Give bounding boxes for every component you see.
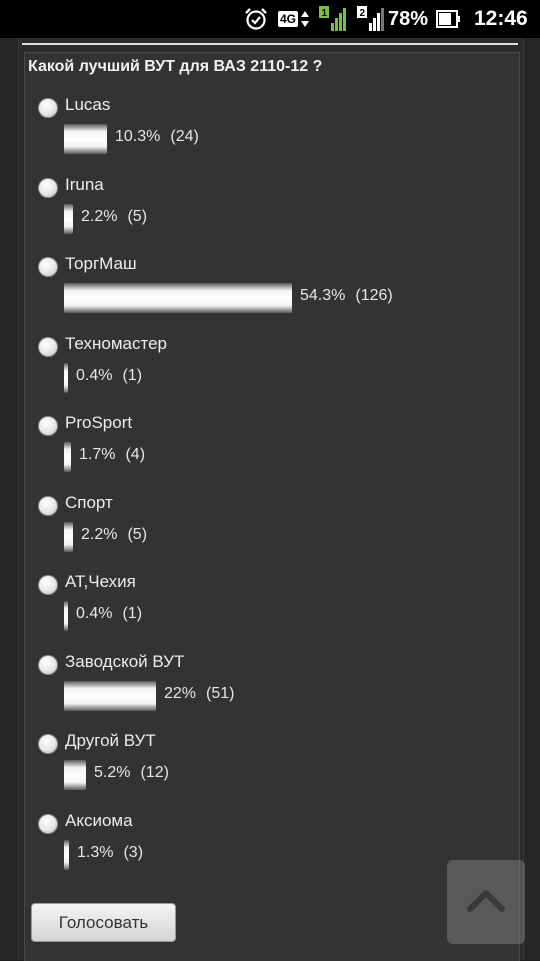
option-label[interactable]: ТоргМаш xyxy=(65,254,137,274)
result-percent: 10.3% xyxy=(115,128,161,145)
radio-button[interactable] xyxy=(38,575,58,595)
result-count: (24) xyxy=(170,128,199,145)
sim2-label: 2 xyxy=(360,8,366,19)
poll-option: Спорт 2.2% (5) xyxy=(0,493,540,568)
radio-button[interactable] xyxy=(38,257,58,277)
result-stats: 2.2% (5) xyxy=(81,526,147,544)
signal-sim1-icon: 1 xyxy=(318,0,346,38)
result-percent: 5.2% xyxy=(94,764,131,781)
radio-button[interactable] xyxy=(38,496,58,516)
result-bar xyxy=(64,601,68,631)
result-count: (5) xyxy=(127,526,148,543)
radio-button[interactable] xyxy=(38,98,58,118)
poll-option: Lucas 10.3% (24) xyxy=(0,95,540,170)
option-label[interactable]: Другой ВУТ xyxy=(65,731,156,751)
radio-button[interactable] xyxy=(38,734,58,754)
poll-option: Iruna 2.2% (5) xyxy=(0,175,540,250)
result-count: (1) xyxy=(122,367,143,384)
clock-time: 12:46 xyxy=(474,7,528,30)
radio-button[interactable] xyxy=(38,416,58,436)
option-label[interactable]: ProSport xyxy=(65,413,132,433)
result-stats: 1.3% (3) xyxy=(77,844,143,862)
result-stats: 0.4% (1) xyxy=(76,367,142,385)
chevron-up-icon xyxy=(466,887,506,918)
result-count: (5) xyxy=(127,208,148,225)
result-stats: 5.2% (12) xyxy=(94,764,169,782)
poll-option: Техномастер 0.4% (1) xyxy=(0,334,540,409)
result-percent: 0.4% xyxy=(76,367,113,384)
network-4g-icon: 4G xyxy=(278,0,311,38)
divider xyxy=(22,43,518,45)
result-bar xyxy=(64,204,73,234)
result-bar xyxy=(64,522,73,552)
result-bar xyxy=(64,681,156,711)
option-label[interactable]: Заводской ВУТ xyxy=(65,652,184,672)
radio-button[interactable] xyxy=(38,178,58,198)
result-stats: 22% (51) xyxy=(164,685,234,703)
poll-option: ТоргМаш 54.3% (126) xyxy=(0,254,540,329)
option-label[interactable]: Техномастер xyxy=(65,334,167,354)
battery-icon xyxy=(436,0,462,38)
result-percent: 22% xyxy=(164,685,197,702)
poll-title: Какой лучший ВУТ для ВАЗ 2110-12 ? xyxy=(28,58,323,75)
result-percent: 1.7% xyxy=(79,446,116,463)
result-stats: 0.4% (1) xyxy=(76,605,142,623)
option-label[interactable]: Спорт xyxy=(65,493,113,513)
result-bar xyxy=(64,283,292,313)
poll-option: Заводской ВУТ 22% (51) xyxy=(0,652,540,727)
result-count: (4) xyxy=(125,446,146,463)
radio-button[interactable] xyxy=(38,655,58,675)
status-bar: 4G 1 2 78% 12:46 xyxy=(0,0,540,38)
result-bar xyxy=(64,442,71,472)
result-count: (51) xyxy=(206,685,235,702)
poll-option: Другой ВУТ 5.2% (12) xyxy=(0,731,540,806)
result-percent: 2.2% xyxy=(81,208,118,225)
result-stats: 1.7% (4) xyxy=(79,446,145,464)
option-label[interactable]: Lucas xyxy=(65,95,110,115)
sim1-label: 1 xyxy=(322,8,328,19)
option-label[interactable]: Аксиома xyxy=(65,811,133,831)
signal-sim2-icon: 2 xyxy=(356,0,384,38)
network-type: 4G xyxy=(278,11,299,27)
result-percent: 54.3% xyxy=(300,287,346,304)
result-count: (1) xyxy=(122,605,143,622)
result-stats: 54.3% (126) xyxy=(300,287,393,305)
result-stats: 2.2% (5) xyxy=(81,208,147,226)
alarm-icon xyxy=(243,0,269,38)
battery-percent: 78% xyxy=(388,7,429,30)
result-bar xyxy=(64,124,107,154)
result-count: (12) xyxy=(140,764,169,781)
scroll-to-top-button[interactable] xyxy=(447,860,525,944)
result-percent: 0.4% xyxy=(76,605,113,622)
vote-button[interactable]: Голосовать xyxy=(31,903,176,942)
option-label[interactable]: АТ,Чехия xyxy=(65,572,136,592)
poll-option: АТ,Чехия 0.4% (1) xyxy=(0,572,540,647)
result-stats: 10.3% (24) xyxy=(115,128,199,146)
option-label[interactable]: Iruna xyxy=(65,175,104,195)
result-percent: 1.3% xyxy=(77,844,114,861)
result-count: (126) xyxy=(355,287,393,304)
result-bar xyxy=(64,840,69,870)
result-bar xyxy=(64,760,86,790)
radio-button[interactable] xyxy=(38,337,58,357)
result-bar xyxy=(64,363,68,393)
poll-option: ProSport 1.7% (4) xyxy=(0,413,540,488)
radio-button[interactable] xyxy=(38,814,58,834)
result-count: (3) xyxy=(123,844,144,861)
result-percent: 2.2% xyxy=(81,526,118,543)
